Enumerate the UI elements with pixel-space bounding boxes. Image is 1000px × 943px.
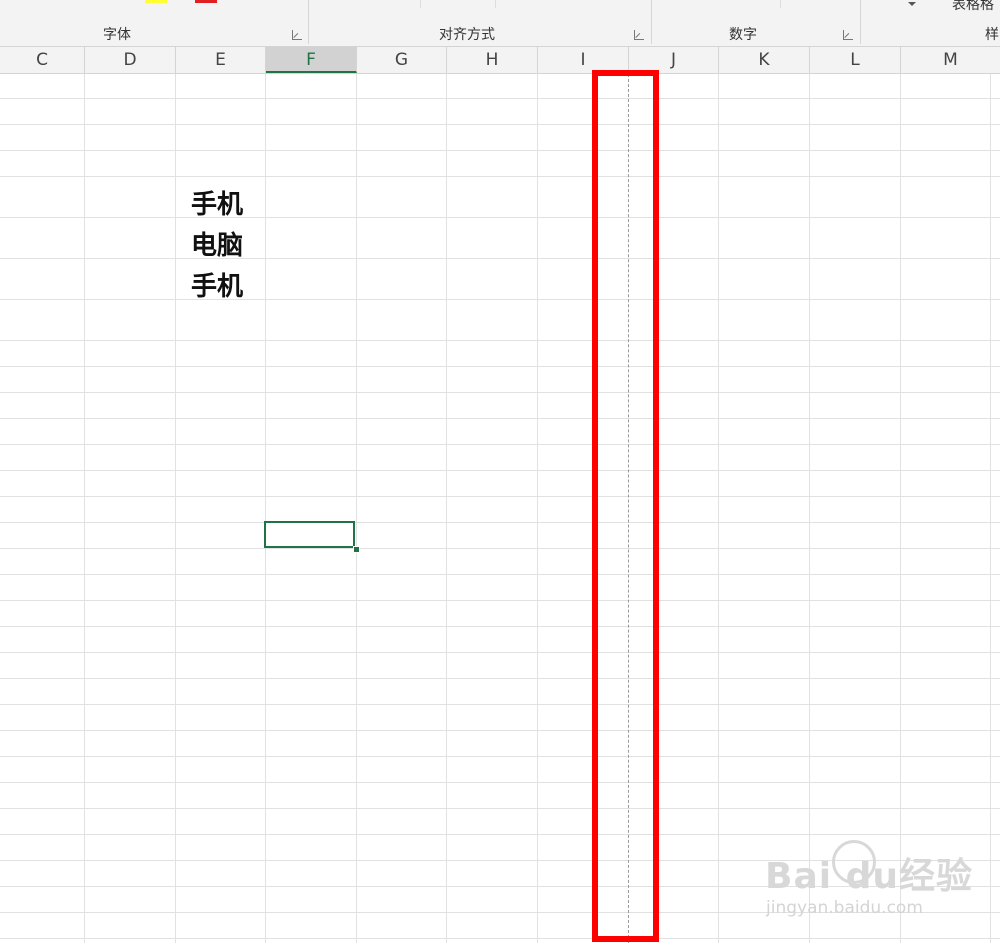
column-header-f[interactable]: F xyxy=(266,47,357,73)
active-cell-selection[interactable] xyxy=(264,521,355,548)
column-header-e[interactable]: E xyxy=(176,47,266,73)
ribbon-group-number: 数字 xyxy=(729,27,757,43)
format-as-table-button[interactable]: 表格格 xyxy=(952,0,994,14)
column-header-d[interactable]: D xyxy=(85,47,176,73)
font-dialog-launcher-icon[interactable] xyxy=(292,30,302,40)
column-header-h[interactable]: H xyxy=(447,47,538,73)
chevron-down-icon[interactable] xyxy=(908,2,916,6)
column-header-bar: C D E F G H I J K L M xyxy=(0,47,1000,74)
column-header-l[interactable]: L xyxy=(810,47,901,73)
cell-e-text-3[interactable]: 手机 xyxy=(191,266,243,303)
column-header-c[interactable]: C xyxy=(0,47,85,73)
ribbon-group-styles: 样 xyxy=(985,27,999,43)
group-divider xyxy=(860,0,861,44)
ribbon-group-alignment: 对齐方式 xyxy=(439,27,495,43)
column-header-k[interactable]: K xyxy=(719,47,810,73)
column-header-m[interactable]: M xyxy=(901,47,1000,73)
ribbon-group-font: 字体 xyxy=(103,27,131,43)
fill-handle[interactable] xyxy=(353,546,360,553)
column-header-g[interactable]: G xyxy=(357,47,447,73)
fill-color-swatch[interactable] xyxy=(195,0,217,3)
worksheet-grid[interactable]: 手机 电脑 手机 xyxy=(0,74,1000,943)
cell-e-text-2[interactable]: 电脑 xyxy=(191,225,243,262)
number-dialog-launcher-icon[interactable] xyxy=(843,30,853,40)
font-color-swatch[interactable] xyxy=(145,0,167,3)
annotation-highlight-box xyxy=(592,70,659,942)
watermark-url: jingyan.baidu.com xyxy=(766,898,923,918)
group-divider xyxy=(651,0,652,44)
alignment-dialog-launcher-icon[interactable] xyxy=(634,30,644,40)
ribbon: 字体 对齐方式 数字 表格格 样 xyxy=(0,0,1000,47)
group-divider xyxy=(308,0,309,44)
watermark-logo: Bai du经验 xyxy=(765,856,974,897)
cell-e-text-1[interactable]: 手机 xyxy=(191,184,243,221)
